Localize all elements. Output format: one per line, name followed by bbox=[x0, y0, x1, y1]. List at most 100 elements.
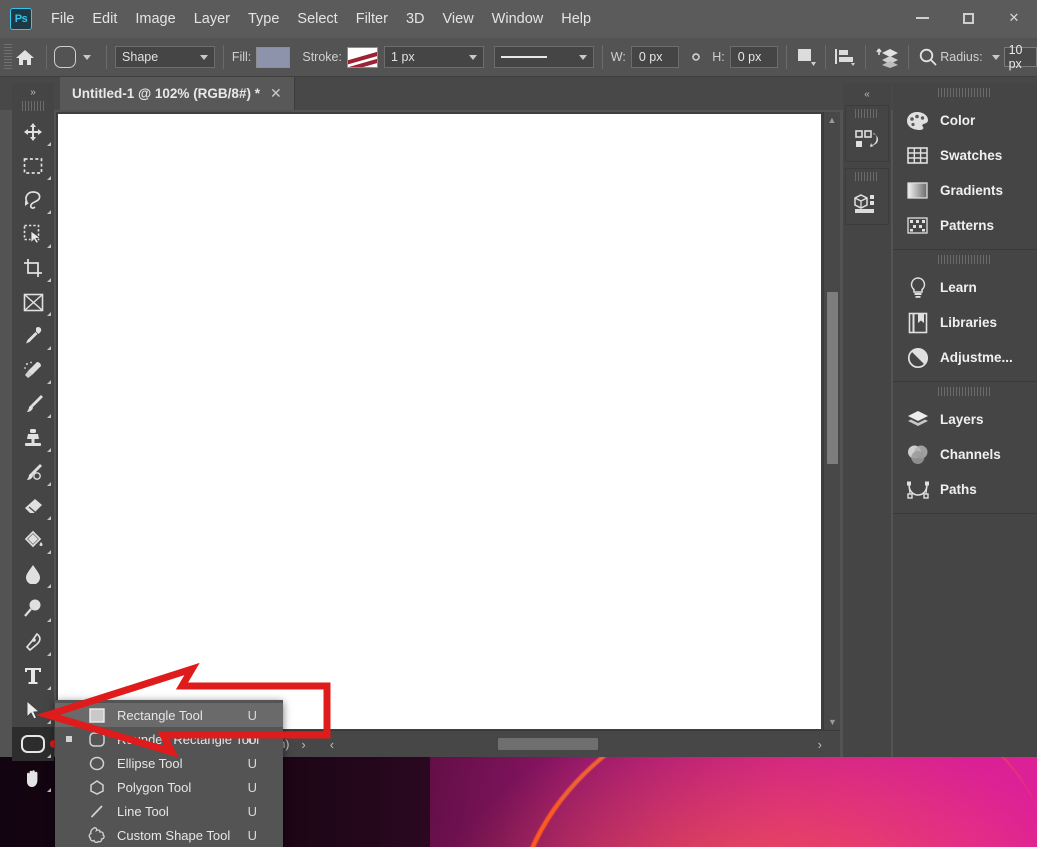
panel-grip[interactable] bbox=[938, 255, 992, 264]
status-end-icon[interactable]: › bbox=[818, 737, 822, 752]
panel-item-color[interactable]: Color bbox=[893, 103, 1037, 138]
panel-item-libraries[interactable]: Libraries bbox=[893, 305, 1037, 340]
maximize-button[interactable] bbox=[945, 3, 991, 33]
object-selection-tool[interactable] bbox=[12, 217, 54, 251]
close-button[interactable]: ✕ bbox=[991, 3, 1037, 33]
history-panel-icon[interactable] bbox=[846, 121, 888, 161]
hand-tool[interactable] bbox=[12, 761, 54, 795]
menu-item-edit[interactable]: Edit bbox=[83, 7, 126, 31]
shape-mode-select[interactable]: Shape bbox=[115, 46, 216, 68]
minimize-button[interactable] bbox=[899, 3, 945, 33]
panel-item-gradients[interactable]: Gradients bbox=[893, 173, 1037, 208]
menu-item-filter[interactable]: Filter bbox=[347, 7, 397, 31]
panel-grip[interactable] bbox=[938, 387, 992, 396]
horizontal-type-tool[interactable] bbox=[12, 659, 54, 693]
flyout-label: Polygon Tool bbox=[117, 779, 192, 795]
width-input[interactable]: 0 px bbox=[630, 46, 679, 68]
separator bbox=[106, 45, 108, 69]
toolbar-grip[interactable] bbox=[22, 101, 44, 111]
status-next-icon[interactable]: › bbox=[301, 737, 305, 752]
flyout-item-polygon-tool[interactable]: Polygon Tool U bbox=[55, 775, 283, 799]
flyout-item-line-tool[interactable]: Line Tool U bbox=[55, 799, 283, 823]
flyout-label: Rectangle Tool bbox=[117, 707, 203, 723]
flyout-item-rectangle-tool[interactable]: Rectangle Tool U bbox=[55, 703, 283, 727]
clone-stamp-tool[interactable] bbox=[12, 421, 54, 455]
panel-item-paths[interactable]: Paths bbox=[893, 472, 1037, 507]
height-input[interactable]: 0 px bbox=[729, 46, 778, 68]
panel-item-layers[interactable]: Layers bbox=[893, 402, 1037, 437]
lasso-tool[interactable] bbox=[12, 183, 54, 217]
menu-item-file[interactable]: File bbox=[42, 7, 83, 31]
close-icon[interactable]: ✕ bbox=[270, 85, 282, 102]
scroll-up-icon[interactable]: ▲ bbox=[824, 112, 840, 128]
frame-tool[interactable] bbox=[12, 285, 54, 319]
tool-corner-indicator bbox=[47, 754, 51, 758]
blur-tool[interactable] bbox=[12, 557, 54, 591]
spot-healing-brush-tool[interactable] bbox=[12, 353, 54, 387]
collapse-panels-icon[interactable]: « bbox=[843, 83, 891, 105]
menu-item-select[interactable]: Select bbox=[288, 7, 346, 31]
gradient-tool[interactable] bbox=[12, 523, 54, 557]
toolbar-expand-icon[interactable]: » bbox=[12, 83, 54, 101]
canvas-horizontal-scrollbar[interactable] bbox=[346, 735, 806, 753]
menu-item-window[interactable]: Window bbox=[483, 7, 553, 31]
history-brush-tool[interactable] bbox=[12, 455, 54, 489]
panel-item-learn[interactable]: Learn bbox=[893, 270, 1037, 305]
panel-item-adjustments[interactable]: Adjustme... bbox=[893, 340, 1037, 375]
canvas-area[interactable]: ▲ ▼ bbox=[56, 112, 840, 730]
horizontal-scrollbar-thumb[interactable] bbox=[498, 738, 598, 750]
chevron-down-icon bbox=[579, 54, 588, 60]
panel-item-patterns[interactable]: Patterns bbox=[893, 208, 1037, 243]
path-arrangement-icon[interactable] bbox=[874, 45, 900, 69]
separator bbox=[45, 45, 47, 69]
pen-tool[interactable] bbox=[12, 625, 54, 659]
shape-tool-flyout-menu[interactable]: Rectangle Tool U Rounded Rectangle Tool … bbox=[55, 700, 283, 847]
panel-item-swatches[interactable]: Swatches bbox=[893, 138, 1037, 173]
canvas-vertical-scrollbar[interactable]: ▲ ▼ bbox=[823, 112, 840, 730]
link-icon[interactable] bbox=[685, 45, 706, 69]
tool-preset-chevron-down-icon[interactable] bbox=[83, 54, 92, 60]
stroke-style-select[interactable] bbox=[494, 46, 595, 68]
menu-item-image[interactable]: Image bbox=[126, 7, 184, 31]
panel-grip[interactable] bbox=[855, 109, 879, 118]
panel-grip[interactable] bbox=[938, 88, 992, 97]
status-prev-icon[interactable]: ‹ bbox=[330, 737, 334, 752]
crop-tool[interactable] bbox=[12, 251, 54, 285]
flyout-item-rounded-rectangle-tool[interactable]: Rounded Rectangle Tool U bbox=[55, 727, 283, 751]
rectangle-tool[interactable] bbox=[12, 727, 58, 761]
brush-tool[interactable] bbox=[12, 387, 54, 421]
eyedropper-tool[interactable] bbox=[12, 319, 54, 353]
path-operations-icon[interactable] bbox=[795, 45, 817, 69]
scroll-down-icon[interactable]: ▼ bbox=[824, 714, 841, 730]
flyout-item-ellipse-tool[interactable]: Ellipse Tool U bbox=[55, 751, 283, 775]
home-icon[interactable] bbox=[12, 44, 38, 70]
stroke-width-select[interactable]: 1 px bbox=[384, 46, 485, 68]
vertical-scrollbar-thumb[interactable] bbox=[827, 292, 838, 464]
eraser-tool[interactable] bbox=[12, 489, 54, 523]
document-tab[interactable]: Untitled-1 @ 102% (RGB/8#) * ✕ bbox=[60, 77, 295, 110]
move-tool[interactable] bbox=[12, 115, 54, 149]
radius-input[interactable]: 10 px bbox=[1003, 43, 1037, 71]
gear-search-icon[interactable] bbox=[917, 45, 938, 69]
panel-grip[interactable] bbox=[855, 172, 879, 181]
menu-item-layer[interactable]: Layer bbox=[185, 7, 239, 31]
ellipse-icon bbox=[83, 756, 111, 771]
flyout-shortcut: U bbox=[247, 827, 257, 843]
options-bar-grip[interactable] bbox=[4, 44, 12, 70]
flyout-item-custom-shape-tool[interactable]: Custom Shape Tool U bbox=[55, 823, 283, 847]
fill-color-swatch[interactable] bbox=[256, 46, 291, 68]
path-alignment-icon[interactable] bbox=[833, 45, 857, 69]
menu-item-type[interactable]: Type bbox=[239, 7, 288, 31]
menu-item-3d[interactable]: 3D bbox=[397, 7, 434, 31]
menu-item-view[interactable]: View bbox=[434, 7, 483, 31]
menu-item-help[interactable]: Help bbox=[552, 7, 600, 31]
dodge-tool[interactable] bbox=[12, 591, 54, 625]
path-selection-tool[interactable] bbox=[12, 693, 54, 727]
stroke-color-swatch[interactable] bbox=[346, 46, 379, 68]
panel-item-channels[interactable]: Channels bbox=[893, 437, 1037, 472]
3d-panel-icon[interactable] bbox=[846, 184, 888, 224]
chevron-down-icon[interactable] bbox=[991, 54, 1000, 60]
document-canvas[interactable] bbox=[58, 114, 821, 729]
rectangular-marquee-tool[interactable] bbox=[12, 149, 54, 183]
tool-preset-icon[interactable] bbox=[54, 46, 77, 68]
